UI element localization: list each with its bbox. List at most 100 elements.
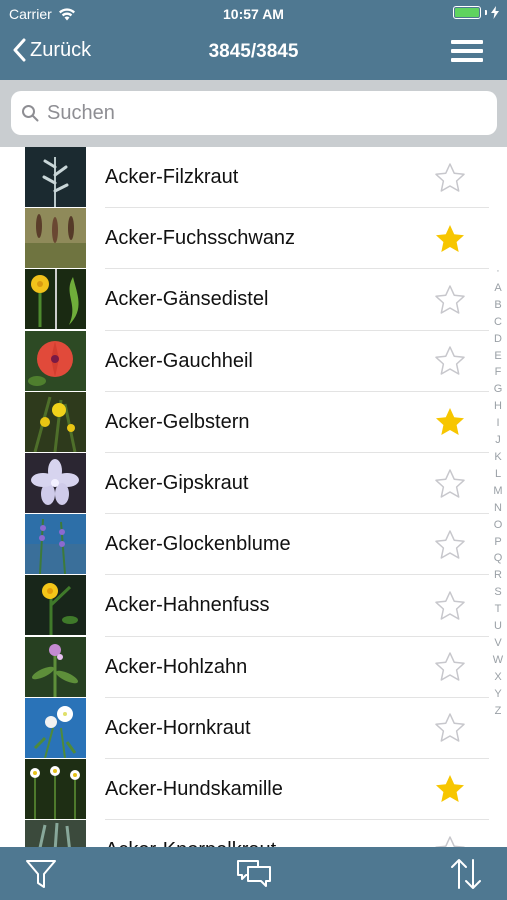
star-outline-icon[interactable] — [434, 345, 466, 377]
index-letter[interactable]: F — [495, 364, 502, 381]
status-bar: Carrier 10:57 AM — [0, 0, 507, 28]
battery-tip — [485, 10, 487, 15]
plant-name: Acker-Hahnenfuss — [105, 594, 270, 617]
index-letter[interactable]: R — [494, 567, 502, 584]
back-button[interactable]: Zurück — [12, 38, 91, 62]
plant-name: Acker-Gipskraut — [105, 472, 249, 495]
plant-thumbnail — [25, 208, 86, 269]
plant-name: Acker-Glockenblume — [105, 533, 291, 556]
index-letter[interactable]: J — [495, 432, 501, 449]
plant-name: Acker-Hornkraut — [105, 716, 251, 739]
hamburger-line — [451, 49, 483, 53]
filter-icon — [26, 860, 56, 888]
sort-button[interactable] — [446, 855, 486, 893]
list-item[interactable]: Acker-Glockenblume — [0, 514, 507, 576]
bottom-toolbar — [0, 847, 507, 900]
chat-icon — [237, 860, 271, 887]
plant-thumbnail — [25, 269, 86, 330]
plant-name: Acker-Gänsedistel — [105, 288, 269, 311]
index-letter[interactable]: K — [494, 449, 501, 466]
index-letter[interactable]: Y — [494, 686, 501, 703]
star-filled-icon[interactable] — [434, 406, 466, 438]
list-item[interactable]: Acker-Gauchheil — [0, 330, 507, 392]
index-letter[interactable]: Q — [494, 550, 503, 567]
plant-thumbnail — [25, 452, 86, 513]
index-letter[interactable]: H — [494, 398, 502, 415]
battery-indicator — [453, 6, 499, 19]
navigation-bar: Zurück 3845/3845 — [0, 28, 507, 80]
index-letter[interactable]: Z — [495, 703, 502, 720]
star-outline-icon[interactable] — [434, 835, 466, 847]
plant-name: Acker-Gelbstern — [105, 410, 250, 433]
index-letter[interactable]: E — [494, 348, 501, 365]
star-outline-icon[interactable] — [434, 651, 466, 683]
plant-name: Acker-Knorpelkraut — [105, 839, 276, 847]
list-item[interactable]: Acker-Hahnenfuss — [0, 575, 507, 637]
index-letter[interactable]: X — [494, 669, 501, 686]
list-item[interactable]: Acker-Hundskamille — [0, 758, 507, 821]
index-letter[interactable]: I — [496, 415, 499, 432]
star-outline-icon[interactable] — [434, 284, 466, 316]
plant-thumbnail — [25, 575, 86, 636]
plant-name: Acker-Hohlzahn — [105, 655, 248, 678]
index-letter[interactable]: C — [494, 314, 502, 331]
index-letter[interactable]: V — [494, 635, 501, 652]
chevron-left-icon — [13, 38, 26, 62]
star-filled-icon[interactable] — [434, 773, 466, 805]
search-bar — [0, 80, 507, 147]
index-letter[interactable]: A — [494, 280, 501, 297]
plant-thumbnail — [25, 820, 86, 847]
list-item[interactable]: Acker-Hornkraut — [0, 697, 507, 759]
list-item[interactable]: Acker-Knorpelkraut — [0, 820, 507, 847]
index-letter[interactable]: L — [495, 466, 501, 483]
plant-name: Acker-Gauchheil — [105, 349, 253, 372]
plant-thumbnail — [25, 636, 86, 697]
plant-thumbnail — [25, 758, 86, 819]
plant-thumbnail — [25, 391, 86, 452]
star-filled-icon[interactable] — [434, 223, 466, 255]
plant-thumbnail — [25, 147, 86, 207]
index-letter[interactable]: M — [493, 483, 502, 500]
index-letter[interactable]: T — [495, 601, 502, 618]
index-letter[interactable]: B — [494, 297, 501, 314]
menu-button[interactable] — [451, 40, 485, 66]
plant-name: Acker-Hundskamille — [105, 777, 283, 800]
star-outline-icon[interactable] — [434, 590, 466, 622]
plant-list[interactable]: Acker-Filzkraut Acker-Fuchsschwanz Acker-G… — [0, 147, 507, 847]
charging-icon — [491, 6, 499, 19]
list-item[interactable]: Acker-Filzkraut — [0, 147, 507, 209]
star-outline-icon[interactable] — [434, 712, 466, 744]
index-letter[interactable]: G — [494, 381, 503, 398]
index-letter[interactable]: O — [494, 517, 503, 534]
plant-name: Acker-Filzkraut — [105, 166, 239, 189]
list-item[interactable]: Acker-Hohlzahn — [0, 636, 507, 698]
search-icon — [22, 105, 39, 122]
list-item[interactable]: Acker-Gipskraut — [0, 452, 507, 515]
index-letter[interactable]: U — [494, 618, 502, 635]
plant-thumbnail — [25, 330, 86, 391]
index-letter[interactable]: P — [494, 534, 501, 551]
back-label: Zurück — [30, 38, 92, 61]
status-time: 10:57 AM — [223, 6, 284, 22]
index-letter[interactable]: D — [494, 331, 502, 348]
alphabet-index[interactable]: · A B C D E F G H I J K L M N O P Q R S T U V W X Y Z — [489, 263, 507, 719]
battery-icon — [453, 6, 481, 19]
list-item[interactable]: Acker-Gänsedistel — [0, 269, 507, 331]
search-field[interactable] — [11, 91, 497, 135]
list-item[interactable]: Acker-Fuchsschwanz — [0, 208, 507, 270]
filter-button[interactable] — [21, 855, 61, 893]
hamburger-line — [451, 58, 483, 62]
plant-thumbnail — [25, 514, 86, 575]
index-letter[interactable]: N — [494, 500, 502, 517]
index-letter[interactable]: S — [494, 584, 501, 601]
star-outline-icon[interactable] — [434, 468, 466, 500]
sort-icon — [451, 859, 481, 889]
list-item[interactable]: Acker-Gelbstern — [0, 391, 507, 453]
star-outline-icon[interactable] — [434, 529, 466, 561]
star-outline-icon[interactable] — [434, 162, 466, 194]
search-input[interactable] — [47, 101, 467, 125]
chat-button[interactable] — [234, 855, 274, 893]
plant-thumbnail — [25, 697, 86, 758]
index-letter[interactable]: · — [496, 263, 500, 280]
index-letter[interactable]: W — [493, 652, 503, 669]
